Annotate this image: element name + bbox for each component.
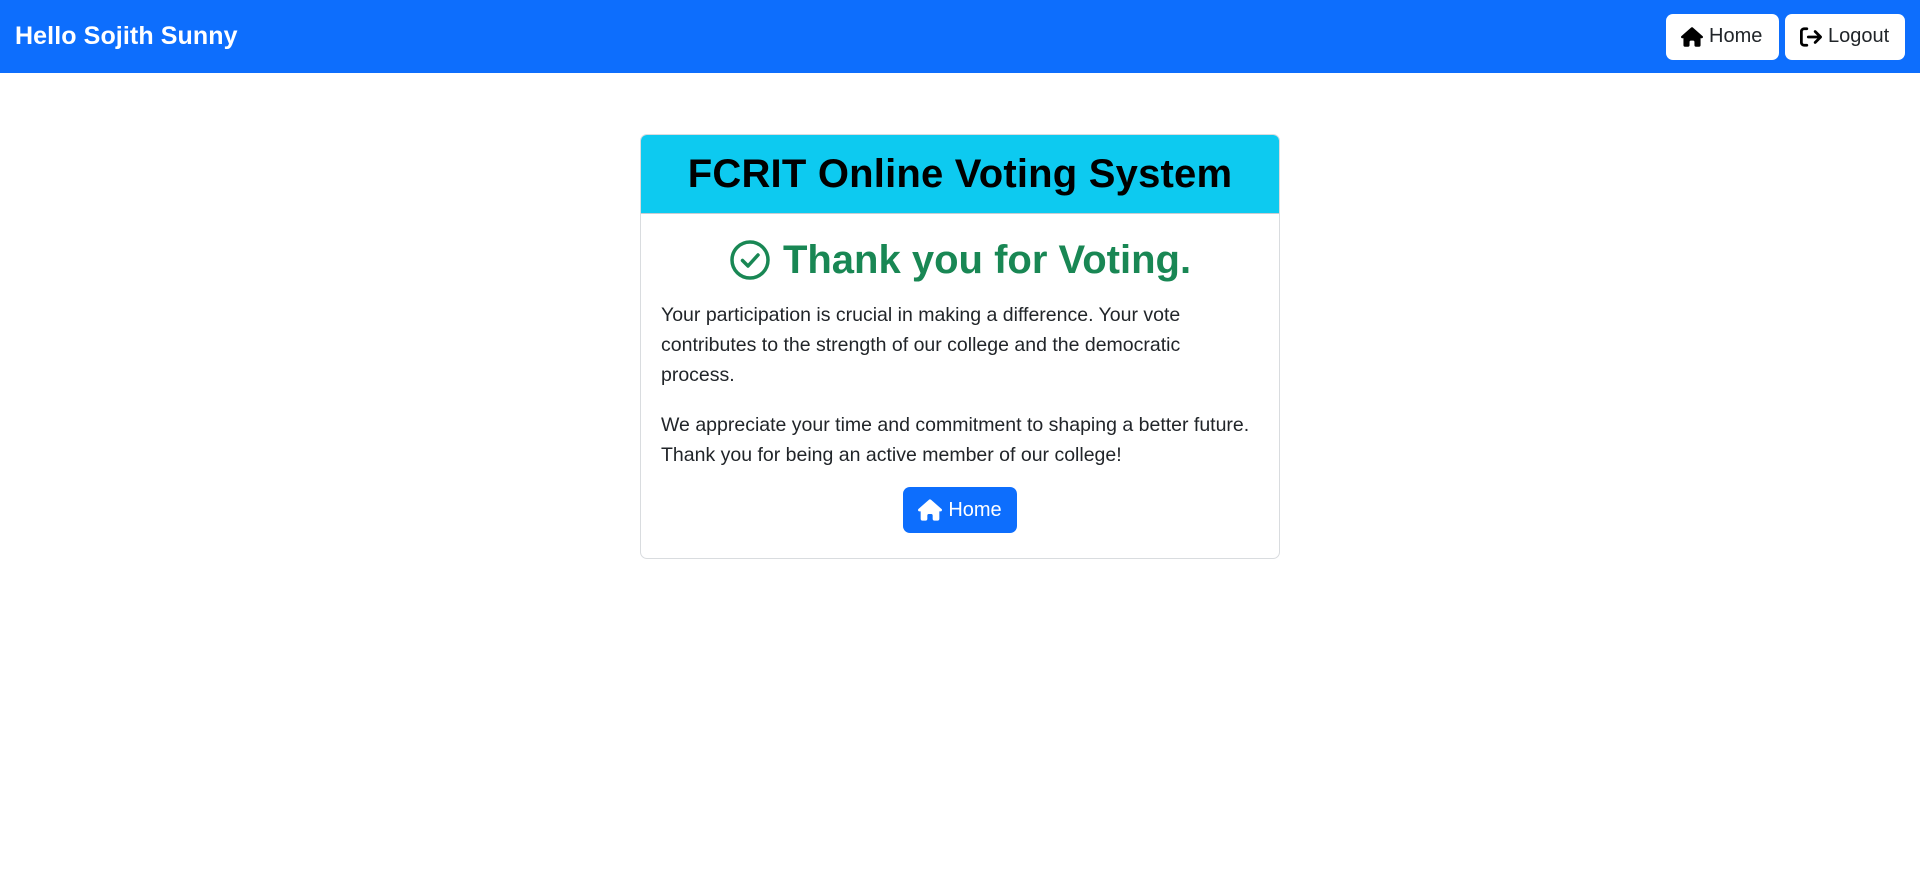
house-icon bbox=[1681, 26, 1703, 47]
nav-actions: Home Logout bbox=[1666, 13, 1905, 60]
logout-icon bbox=[1800, 26, 1822, 47]
nav-home-label: Home bbox=[1709, 25, 1763, 47]
appreciation-paragraph: We appreciate your time and commitment t… bbox=[661, 414, 1250, 466]
thank-you-heading: Thank you for Voting. bbox=[661, 234, 1259, 286]
logout-label: Logout bbox=[1828, 25, 1890, 47]
user-greeting: Hello Sojith Sunny bbox=[15, 22, 238, 50]
logout-button[interactable]: Logout bbox=[1785, 13, 1905, 60]
thank-you-text: Thank you for Voting. bbox=[782, 237, 1192, 282]
page-title: FCRIT Online Voting System bbox=[687, 151, 1233, 196]
card-body: Thank you for Voting. Your participation… bbox=[641, 214, 1279, 533]
card-header: FCRIT Online Voting System bbox=[641, 135, 1279, 214]
participation-paragraph: Your participation is crucial in making … bbox=[661, 304, 1181, 386]
nav-home-button[interactable]: Home bbox=[1666, 13, 1779, 60]
home-button[interactable]: Home bbox=[903, 487, 1017, 533]
home-button-label: Home bbox=[948, 498, 1002, 521]
button-container: Home bbox=[661, 487, 1259, 533]
top-navbar: Hello Sojith Sunny Home Logout bbox=[0, 0, 1920, 73]
house-icon bbox=[918, 499, 943, 521]
check-circle-icon bbox=[730, 240, 770, 280]
voting-confirmation-card: FCRIT Online Voting System Thank you for… bbox=[640, 134, 1280, 559]
